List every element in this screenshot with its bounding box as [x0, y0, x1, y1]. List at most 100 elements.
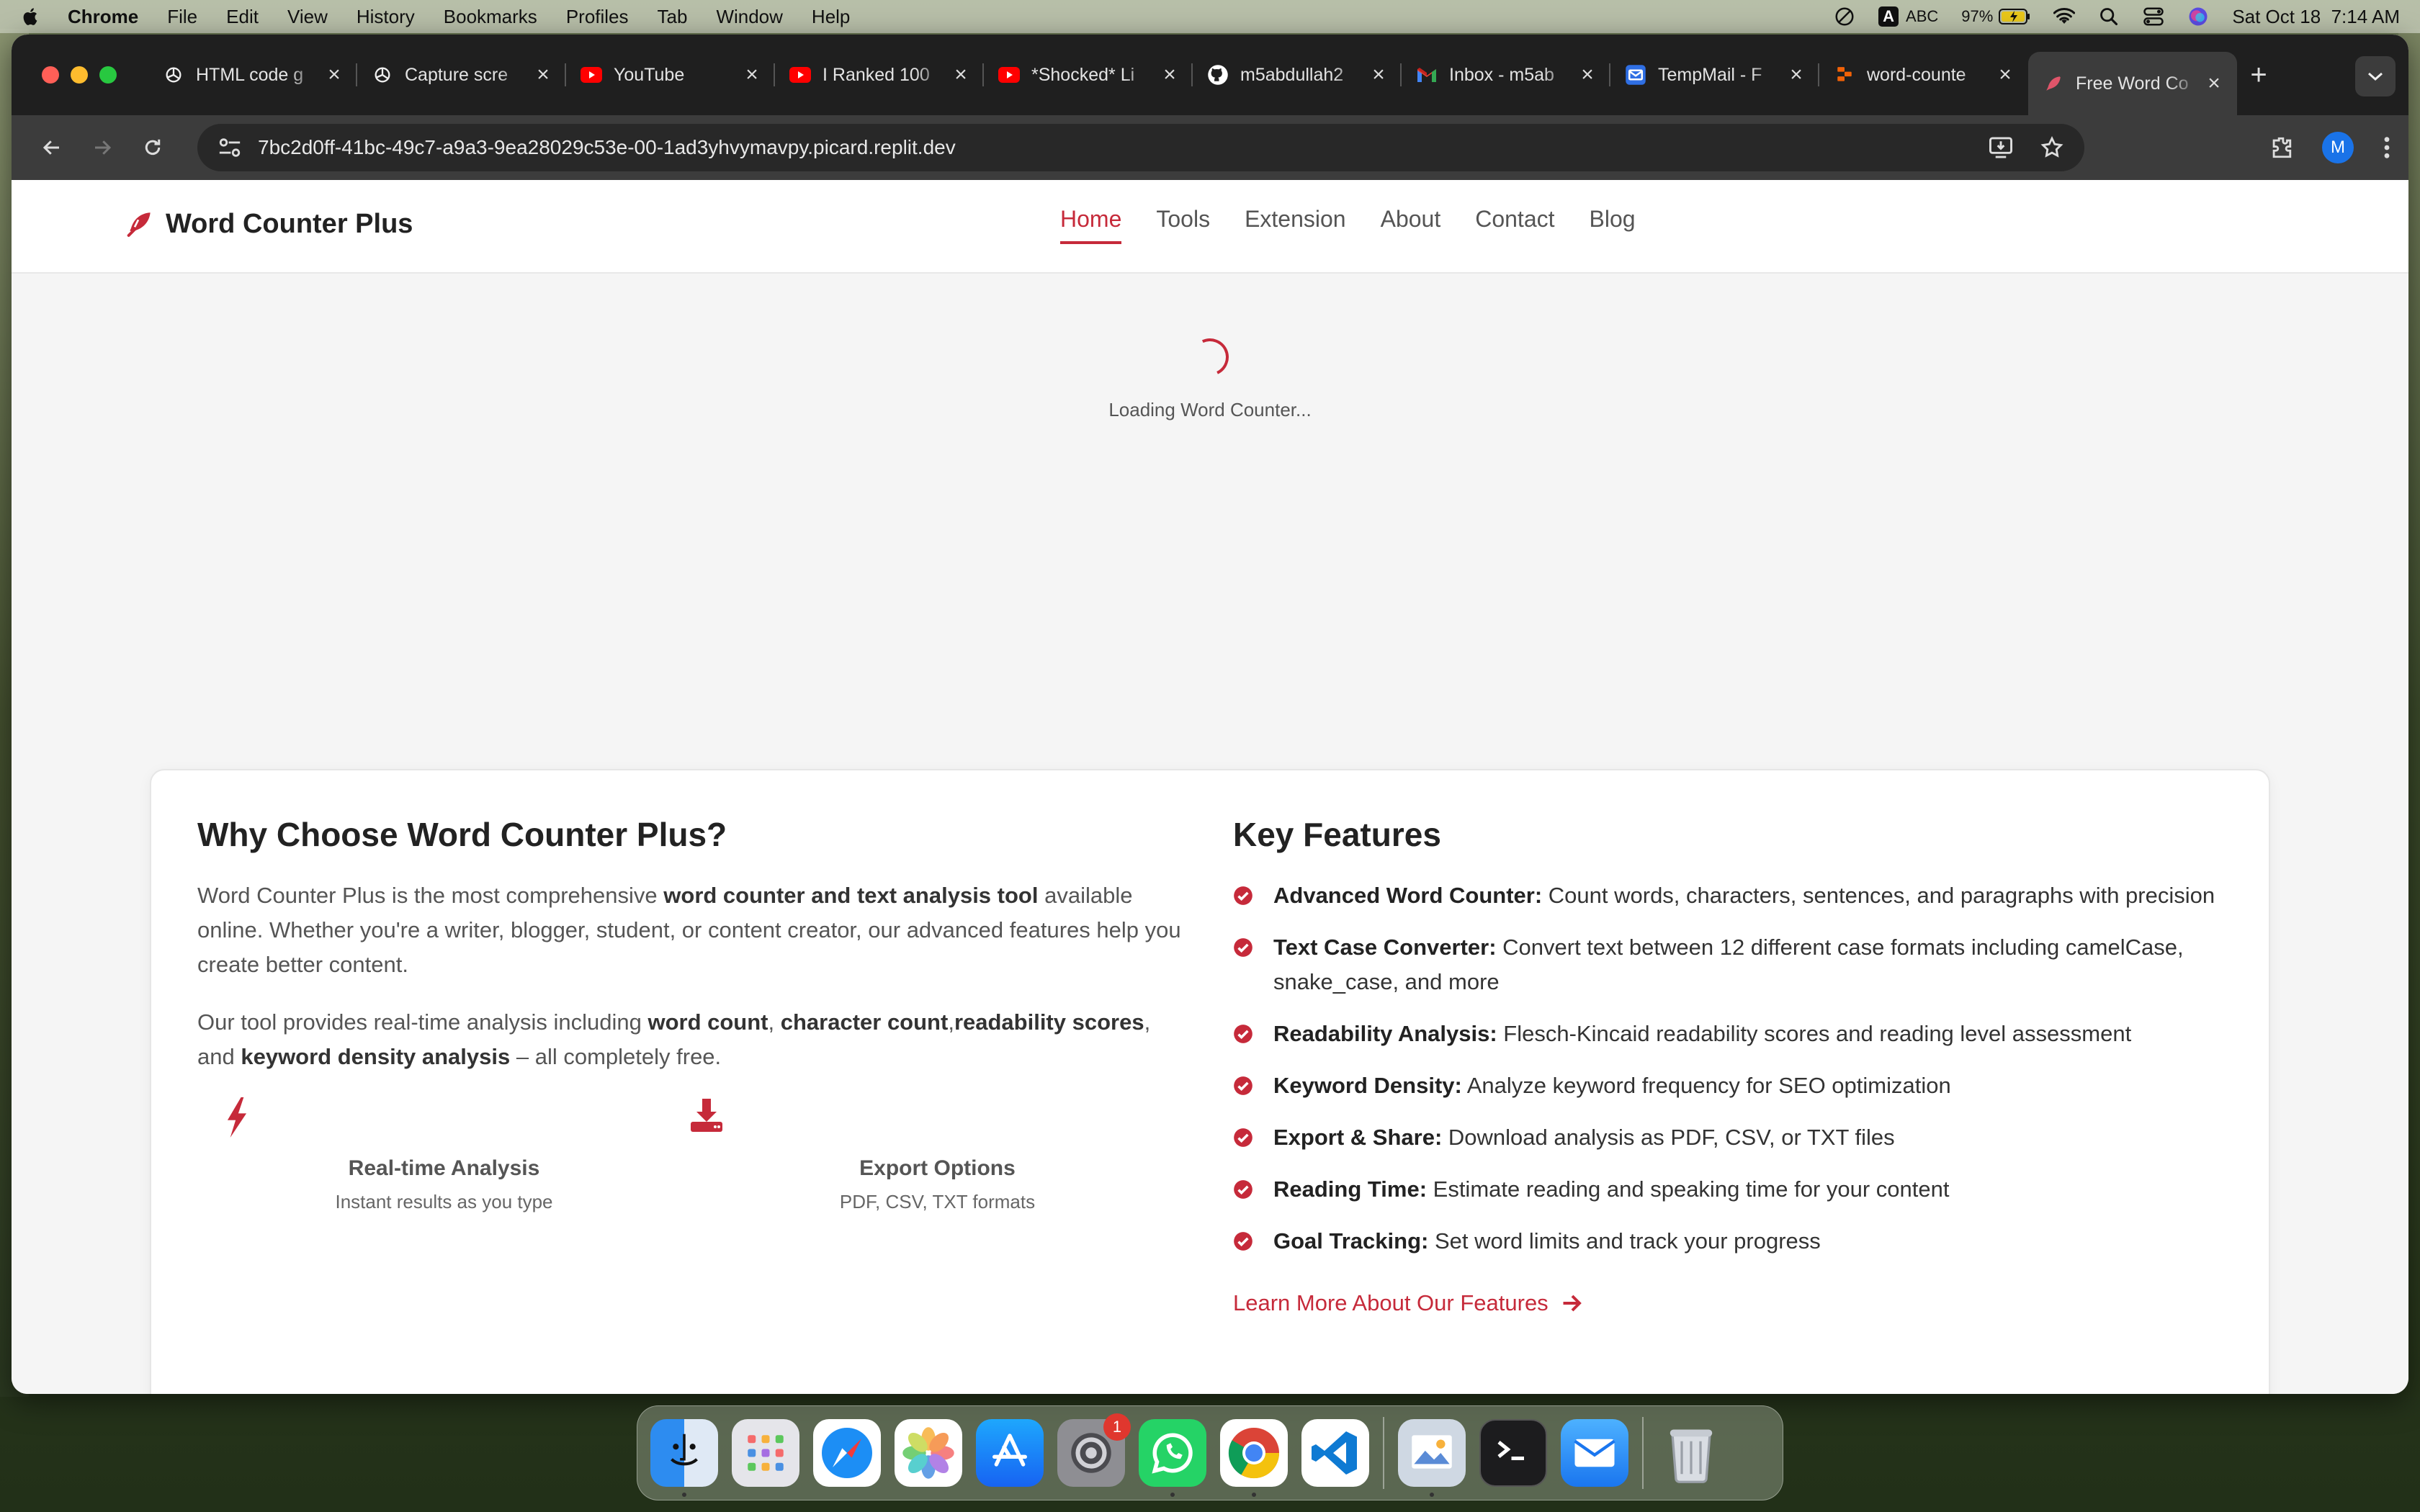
key-feature-desc: Count words, characters, sentences, and … — [1542, 883, 2215, 908]
spotlight-search-icon[interactable] — [2098, 6, 2120, 27]
close-tab-icon[interactable]: × — [1788, 63, 1805, 87]
youtube-icon — [789, 64, 811, 86]
profile-avatar[interactable]: M — [2322, 132, 2354, 163]
address-bar[interactable]: 7bc2d0ff-41bc-49c7-a9a3-9ea28029c53e-00-… — [197, 124, 2084, 171]
menu-file[interactable]: File — [167, 6, 197, 28]
notification-badge: 1 — [1103, 1413, 1131, 1441]
paragraph-text: Word Counter Plus is the most comprehens… — [197, 883, 664, 908]
close-tab-icon[interactable]: × — [2205, 71, 2223, 96]
install-app-icon[interactable] — [1988, 136, 2014, 159]
menu-profiles[interactable]: Profiles — [566, 6, 629, 28]
menu-tab[interactable]: Tab — [658, 6, 688, 28]
tab-github[interactable]: m5abdullah2 × — [1193, 52, 1402, 98]
dock-whatsapp[interactable] — [1139, 1419, 1206, 1497]
tab-capture-screen[interactable]: Capture scre × — [357, 52, 566, 98]
key-feature-item: Text Case Converter: Convert text betwee… — [1233, 930, 2234, 999]
reload-button[interactable] — [130, 125, 176, 171]
wifi-icon[interactable] — [2053, 6, 2076, 27]
dock-separator — [1383, 1417, 1384, 1489]
key-feature-item: Reading Time: Estimate reading and speak… — [1233, 1172, 2234, 1207]
check-circle-icon — [1234, 1232, 1252, 1251]
dock-system-settings[interactable]: 1 — [1057, 1413, 1131, 1487]
close-tab-icon[interactable]: × — [743, 63, 761, 87]
bookmark-star-icon[interactable] — [2040, 135, 2064, 160]
menu-help[interactable]: Help — [812, 6, 850, 28]
site-brand[interactable]: Word Counter Plus — [124, 209, 413, 240]
feather-pen-icon — [2043, 73, 2064, 94]
menu-window[interactable]: Window — [716, 6, 782, 28]
menu-history[interactable]: History — [357, 6, 415, 28]
tab-youtube[interactable]: YouTube × — [566, 52, 775, 98]
tab-youtube-ranked[interactable]: I Ranked 100 × — [775, 52, 984, 98]
battery-status[interactable]: 97% — [1961, 7, 2030, 26]
dock-separator — [1642, 1417, 1644, 1489]
siri-icon[interactable] — [2187, 6, 2209, 27]
dock-chrome[interactable] — [1220, 1419, 1288, 1497]
dock-preview[interactable] — [1398, 1419, 1466, 1497]
input-source-label: ABC — [1906, 7, 1939, 25]
menu-bookmarks[interactable]: Bookmarks — [444, 6, 537, 28]
feature-title: Export Options — [859, 1156, 1016, 1180]
close-tab-icon[interactable]: × — [1370, 63, 1387, 87]
url-text[interactable]: 7bc2d0ff-41bc-49c7-a9a3-9ea28029c53e-00-… — [258, 136, 956, 159]
menu-view[interactable]: View — [287, 6, 328, 28]
tab-free-word-counter[interactable]: Free Word Co × — [2028, 52, 2237, 115]
back-button[interactable] — [29, 125, 75, 171]
minimize-window-button[interactable] — [71, 66, 88, 84]
nav-home[interactable]: Home — [1060, 206, 1122, 244]
dock-terminal[interactable] — [1479, 1419, 1547, 1487]
site-settings-icon[interactable] — [218, 137, 242, 158]
extensions-puzzle-icon[interactable] — [2269, 135, 2293, 160]
tab-title: *Shocked* Li — [1031, 64, 1135, 85]
dock-photos[interactable] — [895, 1419, 962, 1487]
finder-icon — [671, 1434, 698, 1466]
github-icon — [1207, 64, 1229, 86]
tab-replit[interactable]: word-counte × — [1819, 52, 2028, 98]
check-circle-icon — [1234, 886, 1252, 905]
dock-trash[interactable] — [1657, 1419, 1725, 1487]
emphasis-text: character count — [780, 1009, 949, 1035]
close-tab-icon[interactable]: × — [326, 63, 343, 87]
tab-search-button[interactable] — [2355, 56, 2396, 96]
tab-youtube-shocked[interactable]: *Shocked* Li × — [984, 52, 1193, 98]
key-feature-text: Reading Time: Estimate reading and speak… — [1273, 1172, 1950, 1207]
tab-html-code[interactable]: HTML code g × — [148, 52, 357, 98]
dock-app-store[interactable] — [976, 1419, 1044, 1487]
close-tab-icon[interactable]: × — [1161, 63, 1178, 87]
close-tab-icon[interactable]: × — [952, 63, 969, 87]
tab-tempmail[interactable]: TempMail - F × — [1610, 52, 1819, 98]
apple-logo-icon[interactable] — [20, 6, 42, 27]
forward-button[interactable] — [79, 125, 125, 171]
menu-app-chrome[interactable]: Chrome — [68, 6, 138, 28]
nav-about[interactable]: About — [1381, 206, 1441, 244]
more-menu-icon[interactable] — [2383, 135, 2391, 160]
zoom-window-button[interactable] — [99, 66, 117, 84]
key-feature-desc: Estimate reading and speaking time for y… — [1427, 1176, 1950, 1202]
key-feature-text: Advanced Word Counter: Count words, char… — [1273, 878, 2215, 913]
menubar-clock[interactable]: Sat Oct 18 7:14 AM — [2232, 6, 2400, 28]
accessibility-status-icon[interactable] — [1834, 6, 1855, 27]
dock-safari[interactable] — [813, 1419, 881, 1487]
close-tab-icon[interactable]: × — [1579, 63, 1596, 87]
dock-mail[interactable] — [1561, 1419, 1628, 1487]
nav-tools[interactable]: Tools — [1156, 206, 1210, 244]
control-center-icon[interactable] — [2143, 6, 2164, 27]
info-card: Why Choose Word Counter Plus? Word Count… — [150, 769, 2270, 1394]
nav-contact[interactable]: Contact — [1475, 206, 1554, 244]
tab-gmail[interactable]: Inbox - m5ab × — [1402, 52, 1610, 98]
dock-finder[interactable] — [650, 1419, 718, 1497]
nav-blog[interactable]: Blog — [1590, 206, 1636, 244]
new-tab-button[interactable]: + — [2237, 52, 2280, 98]
input-source-menu[interactable]: A ABC — [1878, 6, 1938, 27]
dock-vscode[interactable] — [1301, 1419, 1369, 1487]
check-circle-icon — [1234, 1076, 1252, 1095]
close-window-button[interactable] — [42, 66, 59, 84]
close-tab-icon[interactable]: × — [1996, 63, 2014, 87]
app-store-icon — [992, 1434, 1027, 1467]
nav-extension[interactable]: Extension — [1245, 206, 1346, 244]
learn-more-link[interactable]: Learn More About Our Features — [1233, 1290, 2234, 1316]
menu-edit[interactable]: Edit — [226, 6, 259, 28]
dock-launchpad[interactable] — [732, 1419, 799, 1487]
feature-title: Real-time Analysis — [348, 1156, 540, 1180]
close-tab-icon[interactable]: × — [534, 63, 552, 87]
